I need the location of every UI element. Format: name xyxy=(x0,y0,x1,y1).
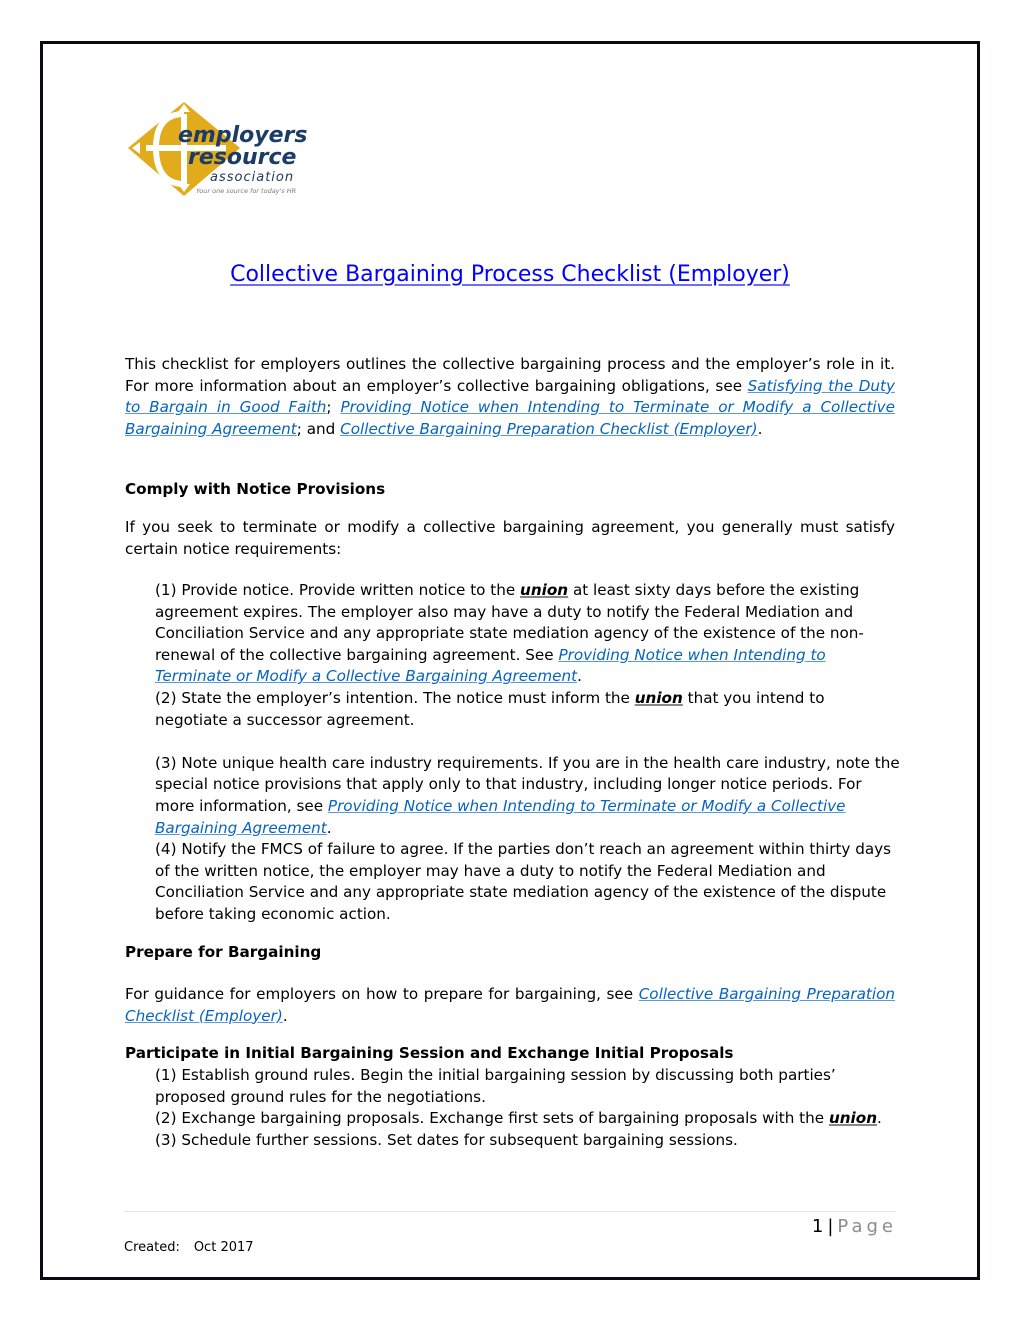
prepare-text: For guidance for employers on how to pre… xyxy=(125,985,639,1003)
link-preparation-checklist[interactable]: Collective Bargaining Preparation Checkl… xyxy=(340,420,757,438)
union-link[interactable]: union xyxy=(829,1109,877,1127)
item-text: (2) State the employer’s intention. The … xyxy=(155,688,635,707)
logo-tagline: Your one source for today's HR xyxy=(196,187,296,195)
document-title[interactable]: Collective Bargaining Process Checklist … xyxy=(0,262,1020,287)
initial-item-2: (2) Exchange bargaining proposals. Excha… xyxy=(155,1108,900,1130)
page-number-value: 1 xyxy=(811,1216,824,1237)
section-heading-initial: Participate in Initial Bargaining Sessio… xyxy=(125,1044,734,1062)
notice-item-2: (2) State the employer’s intention. The … xyxy=(155,688,900,731)
logo-line3: association xyxy=(210,170,294,185)
item-text: (2) Exchange bargaining proposals. Excha… xyxy=(155,1109,829,1128)
union-link[interactable]: union xyxy=(635,689,683,707)
prepare-end: . xyxy=(282,1006,288,1025)
initial-items: (1) Establish ground rules. Begin the in… xyxy=(155,1065,900,1151)
created-value: Oct 2017 xyxy=(193,1240,254,1255)
prepare-paragraph: For guidance for employers on how to pre… xyxy=(125,984,895,1027)
initial-item-3: (3) Schedule further sessions. Set dates… xyxy=(155,1130,738,1149)
notice-intro: If you seek to terminate or modify a col… xyxy=(125,518,895,558)
notice-items: (1) Provide notice. Provide written noti… xyxy=(155,580,900,926)
page-label: Page xyxy=(837,1216,897,1237)
item-end: . xyxy=(877,1109,882,1128)
item-text: (1) Provide notice. Provide written noti… xyxy=(155,581,521,599)
intro-paragraph: This checklist for employers outlines th… xyxy=(125,354,895,440)
section-heading-prepare: Prepare for Bargaining xyxy=(125,943,322,961)
created-date: Created: Oct 2017 xyxy=(124,1240,254,1255)
section-heading-notice: Comply with Notice Provisions xyxy=(125,480,386,498)
intro-separator: ; xyxy=(326,398,341,417)
union-link[interactable]: union xyxy=(520,581,568,599)
footer-divider xyxy=(124,1211,896,1212)
notice-item-4: (4) Notify the FMCS of failure to agree.… xyxy=(155,840,892,923)
initial-item-1: (1) Establish ground rules. Begin the in… xyxy=(155,1066,836,1106)
notice-item-3: (3) Note unique health care industry req… xyxy=(155,753,900,839)
item-end: . xyxy=(577,667,582,686)
page-separator: | xyxy=(827,1216,834,1237)
company-logo: employers resource association Your one … xyxy=(126,100,316,200)
page-number: 1 | Page xyxy=(812,1216,897,1237)
created-label: Created: xyxy=(124,1240,180,1255)
item-end: . xyxy=(326,818,332,837)
notice-item-1: (1) Provide notice. Provide written noti… xyxy=(155,580,900,688)
intro-separator: ; and xyxy=(296,419,341,438)
logo-line2: resource xyxy=(188,145,297,170)
logo-diamond-icon: employers resource association Your one … xyxy=(128,102,307,196)
intro-end: . xyxy=(757,419,763,438)
